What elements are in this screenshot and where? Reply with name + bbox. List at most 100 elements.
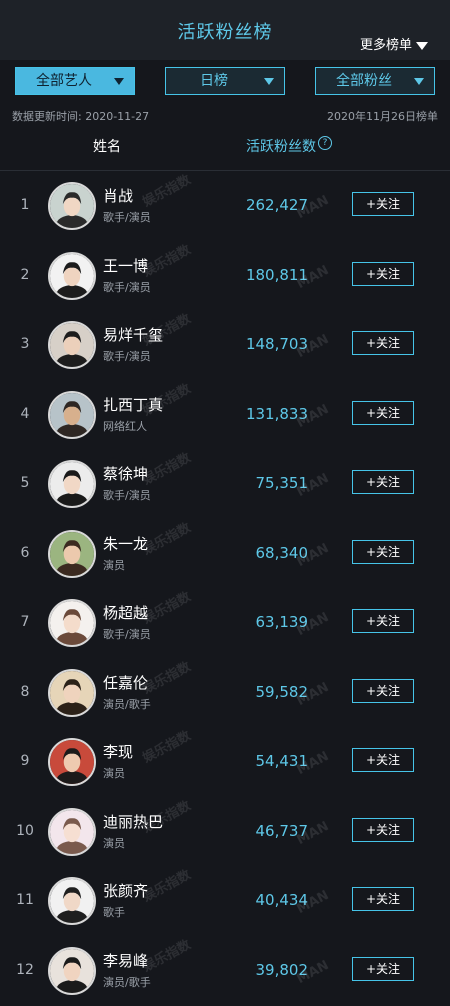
fan-count: 262,427 <box>245 196 308 214</box>
more-rankings-label: 更多榜单 <box>359 38 412 53</box>
follow-button[interactable]: +关注 <box>352 748 414 772</box>
fan-count: 75,351 <box>255 474 309 492</box>
fan-count: 63,139 <box>255 613 309 631</box>
period-filter-label: 日榜 <box>200 73 228 89</box>
ranking-row[interactable]: 7 杨超越歌手/演员 63,139 +关注 <box>0 588 450 658</box>
ranking-row[interactable]: 10 迪丽热巴演员 46,737 +关注 <box>0 797 450 867</box>
artist-filter-dropdown[interactable]: 全部艺人 <box>15 67 135 95</box>
ranking-row[interactable]: 2 王一博歌手/演员 180,811 +关注 <box>0 241 450 311</box>
artist-name[interactable]: 朱一龙 <box>103 533 148 554</box>
fan-count: 180,811 <box>245 265 308 284</box>
follow-button[interactable]: +关注 <box>352 261 414 286</box>
ranking-row[interactable]: 3 易烊千玺歌手/演员 148,703 +关注 <box>0 310 450 380</box>
fan-count: 68,340 <box>255 543 309 562</box>
ranking-row[interactable]: 9 李现演员 54,431 +关注 <box>0 727 450 797</box>
more-rankings-button[interactable]: 更多榜单 <box>360 34 428 53</box>
avatar[interactable] <box>48 668 96 717</box>
artist-name[interactable]: 王一博 <box>103 255 148 276</box>
ranking-row[interactable]: 5 蔡徐坤歌手/演员 75,351 +关注 <box>0 449 450 519</box>
chevron-down-icon <box>264 78 274 85</box>
help-icon[interactable]: ? <box>318 136 332 150</box>
artist-role: 歌手/演员 <box>103 350 151 363</box>
artist-role: 演员/歌手 <box>103 975 151 989</box>
fan-count: 131,833 <box>245 404 308 423</box>
artist-name[interactable]: 肖战 <box>103 185 133 206</box>
period-filter-dropdown[interactable]: 日榜 <box>165 67 285 95</box>
ranking-row[interactable]: 8 任嘉伦演员/歌手 59,582 +关注 <box>0 658 450 728</box>
artist-role: 网络红人 <box>103 419 147 433</box>
follow-button[interactable]: +关注 <box>352 678 414 703</box>
avatar[interactable] <box>48 807 96 856</box>
update-time: 数据更新时间: 2020-11-27 <box>12 110 150 123</box>
follow-button[interactable]: +关注 <box>352 539 414 564</box>
avatar[interactable] <box>48 390 96 439</box>
follow-button[interactable]: +关注 <box>352 609 414 633</box>
avatar[interactable] <box>48 182 96 230</box>
avatar[interactable] <box>48 877 96 925</box>
ranking-row[interactable]: 12 李易峰 演员/歌手 39,802 +关注 <box>0 936 450 1006</box>
follow-button[interactable]: +关注 <box>352 817 414 842</box>
follow-button[interactable]: +关注 <box>352 400 414 425</box>
artist-role: 演员/歌手 <box>103 697 151 711</box>
artist-role: 演员 <box>103 836 125 850</box>
avatar[interactable] <box>48 529 96 578</box>
rank-number: 8 <box>20 683 30 700</box>
fan-count: 46,737 <box>255 821 309 840</box>
triangle-down-icon <box>416 41 428 50</box>
avatar[interactable] <box>48 460 96 508</box>
artist-role: 歌手/演员 <box>103 280 151 294</box>
fan-count: 59,582 <box>255 682 309 701</box>
avatar[interactable] <box>48 251 96 300</box>
artist-role: 演员 <box>103 558 125 572</box>
follow-button[interactable]: +关注 <box>352 470 414 494</box>
rank-number: 3 <box>20 336 30 352</box>
artist-role: 歌手/演员 <box>103 489 151 502</box>
column-header-name: 姓名 <box>93 139 121 155</box>
rank-number: 11 <box>16 892 34 908</box>
artist-name[interactable]: 蔡徐坤 <box>103 463 148 484</box>
fan-count: 148,703 <box>245 335 308 353</box>
rank-number: 4 <box>20 405 30 422</box>
chevron-down-icon <box>414 78 424 85</box>
follow-button[interactable]: +关注 <box>352 887 414 911</box>
artist-role: 歌手/演员 <box>103 211 151 224</box>
artist-role: 演员 <box>103 767 125 780</box>
artist-name[interactable]: 李现 <box>103 741 133 762</box>
artist-name[interactable]: 李易峰 <box>103 950 148 971</box>
rank-number: 7 <box>20 614 30 630</box>
fans-filter-label: 全部粉丝 <box>336 73 392 89</box>
artist-name[interactable]: 迪丽热巴 <box>103 811 163 832</box>
avatar[interactable] <box>48 738 96 786</box>
fan-count: 54,431 <box>255 752 309 770</box>
follow-button[interactable]: +关注 <box>352 331 414 355</box>
rank-number: 2 <box>20 266 30 283</box>
fans-filter-dropdown[interactable]: 全部粉丝 <box>315 67 435 95</box>
ranking-row[interactable]: 1 肖战歌手/演员 262,427 +关注 <box>0 171 450 241</box>
artist-name[interactable]: 易烊千玺 <box>103 324 163 345</box>
artist-name[interactable]: 扎西丁真 <box>103 394 163 415</box>
fan-count: 40,434 <box>255 891 309 909</box>
avatar[interactable] <box>48 321 96 369</box>
artist-role: 歌手/演员 <box>103 628 151 641</box>
app-header: 活跃粉丝榜 更多榜单 <box>0 0 450 60</box>
ranking-row[interactable]: 6 朱一龙演员 68,340 +关注 <box>0 519 450 589</box>
column-header-fans-label: 活跃粉丝数 <box>246 139 316 155</box>
rank-number: 6 <box>20 544 30 561</box>
artist-name[interactable]: 杨超越 <box>103 602 148 623</box>
artist-name[interactable]: 张颜齐 <box>103 880 148 901</box>
avatar[interactable] <box>48 946 96 995</box>
rank-number: 1 <box>20 197 30 213</box>
follow-button[interactable]: +关注 <box>352 956 414 981</box>
fan-count: 39,802 <box>255 960 309 979</box>
column-header-fans: 活跃粉丝数? <box>246 136 332 156</box>
artist-filter-label: 全部艺人 <box>36 73 92 89</box>
follow-button[interactable]: +关注 <box>352 192 414 216</box>
artist-name[interactable]: 任嘉伦 <box>103 672 148 693</box>
ranking-row[interactable]: 4 扎西丁真网络红人 131,833 +关注 <box>0 380 450 450</box>
rank-number: 10 <box>16 822 34 839</box>
filter-bar: 全部艺人 日榜 全部粉丝 <box>0 67 450 99</box>
avatar[interactable] <box>48 599 96 647</box>
rank-number: 5 <box>20 475 30 491</box>
ranking-row[interactable]: 11 张颜齐 歌手 40,434 +关注 <box>0 866 450 936</box>
rank-number: 9 <box>20 753 30 769</box>
